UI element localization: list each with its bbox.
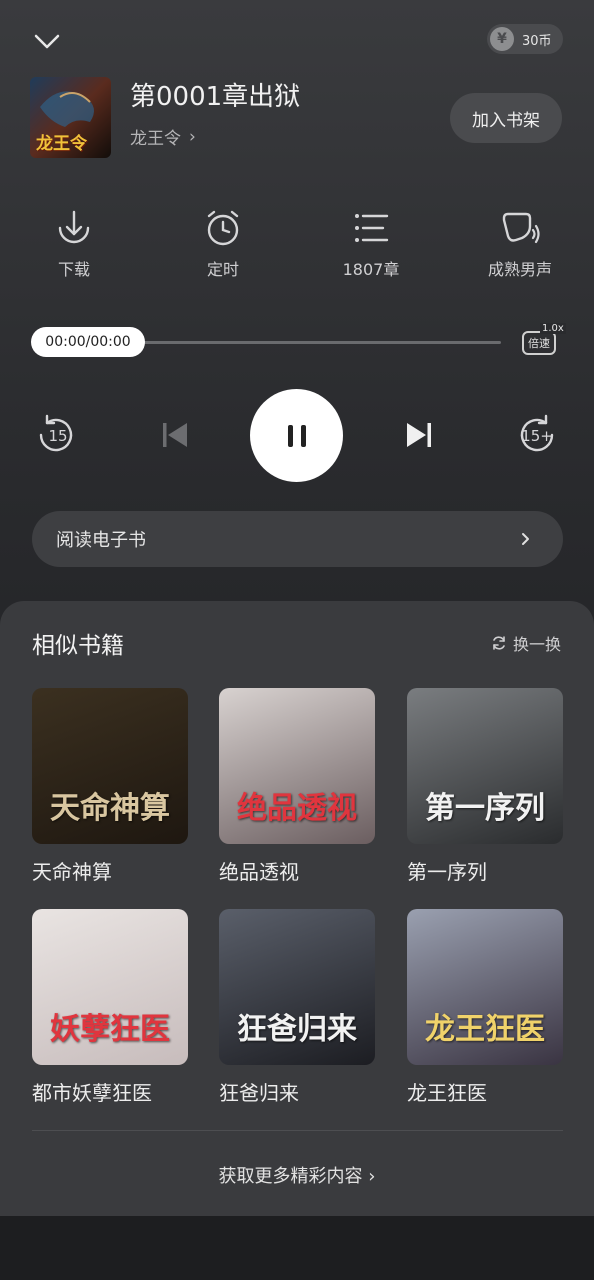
similar-book-title: 狂爸归来	[219, 1081, 299, 1105]
more-content-label: 获取更多精彩内容	[218, 1166, 363, 1187]
svg-text:15: 15	[48, 427, 67, 445]
similar-book-item[interactable]: 妖孽狂医都市妖孽狂医	[32, 909, 188, 1106]
skip-previous-icon	[163, 423, 187, 447]
similar-book-cover: 龙王狂医	[407, 909, 563, 1065]
next-chapter-button[interactable]	[396, 412, 442, 458]
skip-next-icon	[407, 423, 431, 447]
progress-time-thumb[interactable]: 00:00/00:00	[31, 327, 145, 357]
similar-book-cover-title: 天命神算	[50, 791, 170, 826]
book-cover[interactable]: 龙王令	[30, 77, 111, 158]
download-button[interactable]: 下载	[14, 208, 134, 280]
coin-balance[interactable]: ¥ 30币	[487, 24, 563, 54]
rewind-15-icon: 15	[39, 414, 73, 452]
similar-book-cover-title: 绝品透视	[237, 791, 357, 826]
speed-label: 倍速	[522, 331, 556, 355]
refresh-label: 换一换	[513, 635, 562, 654]
coin-icon: ¥	[490, 27, 514, 51]
speed-value: 1.0x	[540, 323, 566, 334]
forward-15-icon: 15+	[520, 414, 554, 452]
similar-book-cover: 妖孽狂医	[32, 909, 188, 1065]
similar-book-cover: 第一序列	[407, 688, 563, 844]
similar-book-item[interactable]: 第一序列 第一序列	[407, 688, 563, 885]
chevron-right-icon: ›	[368, 1166, 376, 1187]
timer-button[interactable]: 定时	[163, 208, 283, 280]
pause-icon	[287, 424, 306, 447]
similar-book-cover-title: 狂爸归来	[237, 1012, 357, 1047]
voice-button[interactable]: 成熟男声	[460, 208, 580, 280]
download-label: 下载	[57, 260, 90, 279]
divider	[32, 1130, 563, 1131]
book-cover-title: 龙王令	[36, 134, 87, 154]
chevron-right-icon: ›	[189, 126, 196, 147]
more-content-link[interactable]: 获取更多精彩内容 ›	[0, 1162, 594, 1188]
refresh-button[interactable]: 换一换	[491, 631, 561, 655]
similar-book-cover: 绝品透视	[219, 688, 375, 844]
similar-book-cover: 天命神算	[32, 688, 188, 844]
similar-book-cover-title: 龙王狂医	[425, 1012, 545, 1047]
previous-chapter-button[interactable]	[152, 412, 198, 458]
read-ebook-button[interactable]: 阅读电子书	[32, 511, 563, 567]
pause-button[interactable]	[250, 389, 343, 482]
similar-book-title: 都市妖孽狂医	[32, 1081, 152, 1105]
progress-track[interactable]	[130, 341, 501, 344]
similar-book-title: 龙王狂医	[407, 1081, 487, 1105]
alarm-clock-icon	[207, 210, 239, 246]
collapse-chevron-icon[interactable]	[30, 24, 64, 58]
refresh-icon	[493, 636, 505, 650]
speed-button[interactable]: 倍速 1.0x	[520, 323, 566, 361]
similar-book-cover-title: 第一序列	[425, 791, 545, 826]
similar-books-title: 相似书籍	[32, 633, 124, 659]
chevron-right-icon	[522, 533, 529, 545]
voice-icon	[502, 212, 540, 244]
author-link[interactable]: 龙王令 ›	[130, 124, 196, 150]
similar-book-item[interactable]: 绝品透视 绝品透视	[219, 688, 375, 885]
download-icon	[58, 210, 90, 244]
author-name: 龙王令	[130, 129, 181, 149]
similar-book-item[interactable]: 天命神算 天命神算	[32, 688, 188, 885]
similar-book-title: 天命神算	[32, 860, 112, 884]
coin-count: 30币	[522, 33, 552, 49]
similar-book-item[interactable]: 狂爸归来 狂爸归来	[219, 909, 375, 1106]
similar-book-item[interactable]: 龙王狂医 龙王狂医	[407, 909, 563, 1106]
chapter-list-icon	[355, 214, 389, 242]
chapters-label: 1807章	[342, 260, 400, 279]
bottom-bar	[0, 1216, 594, 1280]
similar-book-title: 第一序列	[407, 860, 487, 884]
read-ebook-label: 阅读电子书	[56, 530, 146, 551]
similar-book-cover: 狂爸归来	[219, 909, 375, 1065]
add-to-shelf-button[interactable]: 加入书架	[450, 93, 562, 143]
similar-book-cover-title: 妖孽狂医	[50, 1012, 170, 1047]
voice-label: 成熟男声	[487, 260, 552, 279]
timer-label: 定时	[206, 260, 239, 279]
chapter-title: 第0001章出狱	[130, 82, 301, 112]
rewind-15-button[interactable]: 15	[33, 412, 79, 458]
svg-text:15+: 15+	[521, 427, 553, 445]
chapters-button[interactable]: 1807章	[311, 208, 431, 280]
similar-book-title: 绝品透视	[219, 860, 299, 884]
forward-15-button[interactable]: 15+	[514, 412, 560, 458]
